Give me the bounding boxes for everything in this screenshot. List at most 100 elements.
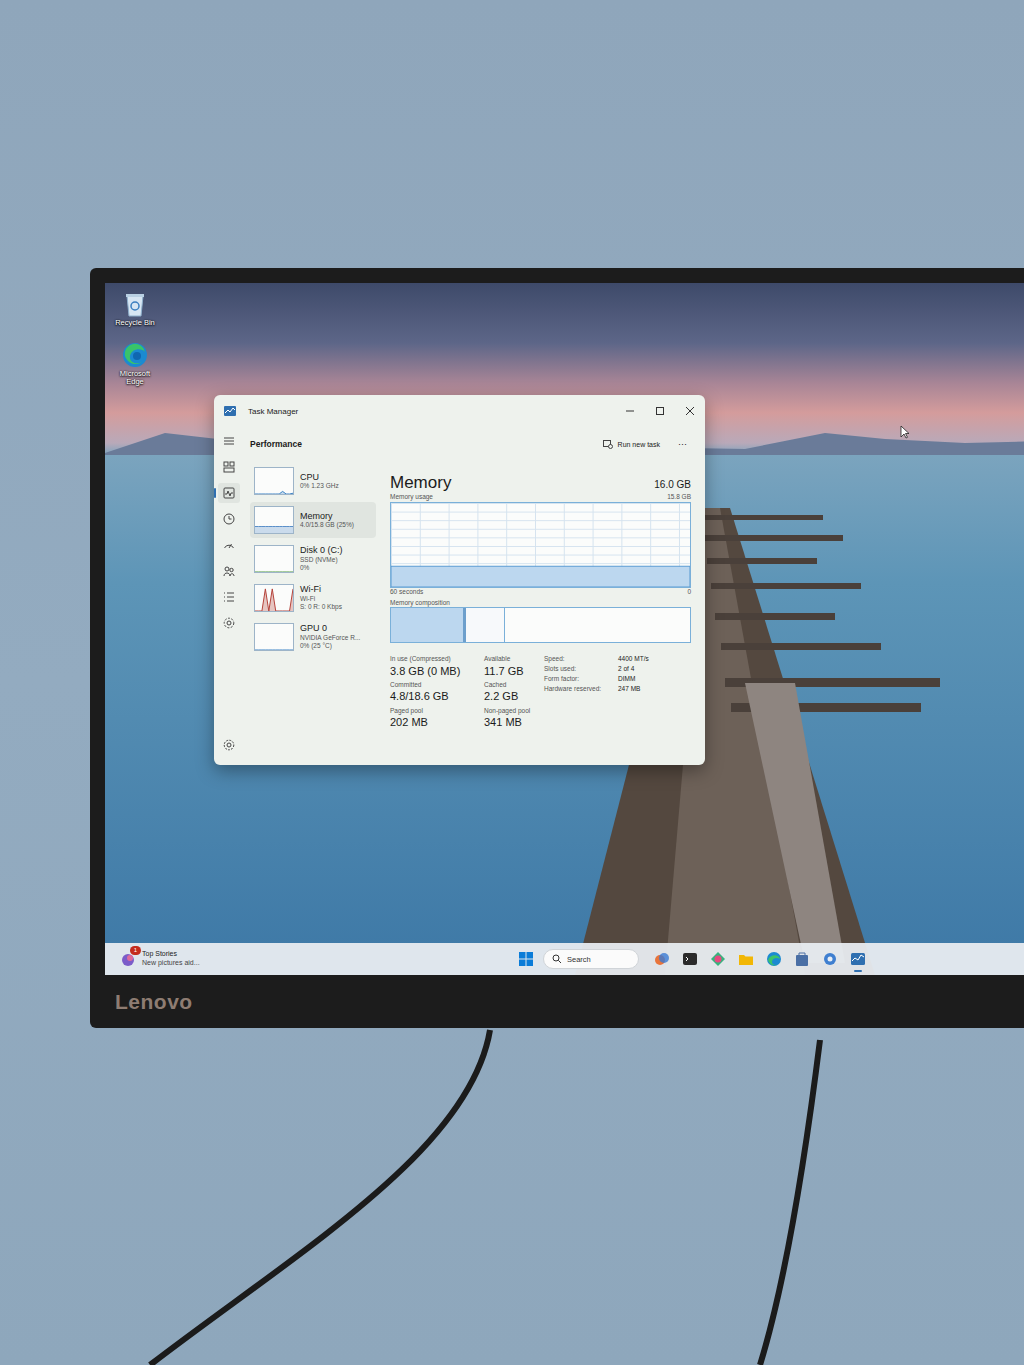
task-manager-app-icon [224, 406, 236, 416]
taskbar-search[interactable]: Search [543, 949, 639, 969]
composition-segment[interactable] [466, 608, 505, 642]
run-new-task-button[interactable]: Run new task [599, 438, 664, 451]
resource-subtitle: 0% [300, 564, 343, 572]
resource-list: CPU0% 1.23 GHzMemory4.0/15.8 GB (25%) Dis… [250, 461, 376, 730]
taskbar-app[interactable] [735, 946, 757, 972]
spec-value: 2 of 4 [618, 665, 649, 674]
resource-item[interactable]: Memory4.0/15.8 GB (25%) [250, 502, 376, 538]
nav-rail [214, 427, 244, 765]
memory-usage-chart [390, 502, 691, 588]
page-title: Performance [250, 439, 302, 449]
specs-grid: Speed:4400 MT/sSlots used:2 of 4Form fac… [544, 655, 649, 693]
resource-subtitle: 0% 1.23 GHz [300, 482, 339, 490]
desktop-shortcut[interactable]: Microsoft Edge [109, 342, 161, 387]
stats-area: In use (Compressed)3.8 GB (0 MB)Availabl… [390, 655, 691, 729]
terminal-icon [682, 951, 698, 967]
resource-item[interactable]: Disk 0 (C:)SSD (NVMe)0% [250, 541, 376, 577]
spec-label: Speed: [544, 655, 614, 664]
spec-label: Slots used: [544, 665, 614, 674]
taskbar-app[interactable] [819, 946, 841, 972]
composition-segment[interactable] [391, 608, 463, 642]
desktop-shortcut-label: Microsoft Edge [110, 370, 160, 387]
copilot-icon [654, 951, 670, 967]
page-header: Performance Run new task ··· [250, 427, 691, 461]
windows-logo-icon [519, 952, 533, 966]
composition-label: Memory composition [390, 599, 450, 608]
resource-text: GPU 0NVIDIA GeForce R...0% (25 °C) [300, 623, 360, 650]
desktop-screen: Recycle Bin Microsoft Edge Task Manager Per… [105, 283, 1024, 975]
monitor-brand: Lenovo [115, 990, 193, 1014]
taskbar-app[interactable] [847, 946, 869, 972]
stat-label: Available [484, 655, 536, 663]
chart-caption-row: Memory usage15.8 GB [390, 493, 691, 502]
file-explorer-icon [738, 951, 754, 967]
window-title: Task Manager [248, 407, 298, 416]
details-icon [223, 591, 235, 603]
resource-item[interactable]: CPU0% 1.23 GHz [250, 463, 376, 499]
run-task-icon [603, 440, 613, 449]
spec-label: Hardware reserved: [544, 685, 614, 694]
resource-thumbnail-icon [254, 584, 294, 612]
start-button[interactable] [515, 946, 537, 972]
nav-item[interactable] [218, 613, 240, 633]
resource-item[interactable]: GPU 0NVIDIA GeForce R...0% (25 °C) [250, 619, 376, 655]
taskbar-app[interactable] [763, 946, 785, 972]
taskbar-app[interactable] [707, 946, 729, 972]
spec-value: DIMM [618, 675, 649, 684]
menu-button[interactable] [218, 431, 240, 451]
stat: Paged pool202 MB [390, 707, 480, 730]
composition-caption: Memory composition [390, 599, 691, 608]
spec-label: Form factor: [544, 675, 614, 684]
memory-composition-bar [390, 607, 691, 643]
resource-name: GPU 0 [300, 623, 360, 634]
taskbar-app[interactable] [651, 946, 673, 972]
resource-item[interactable]: Wi-FiWi-FiS: 0 R: 0 Kbps [250, 580, 376, 616]
resource-name: Disk 0 (C:) [300, 545, 343, 556]
stat-label: Cached [484, 681, 536, 689]
settings-button[interactable] [218, 735, 240, 755]
close-icon [685, 406, 695, 416]
taskbar-app[interactable] [679, 946, 701, 972]
close-button[interactable] [675, 395, 705, 427]
minimize-icon [625, 406, 635, 416]
axis-right: 0 [687, 588, 691, 597]
stat-label: Committed [390, 681, 480, 689]
news-widget[interactable]: 1Top StoriesNew pictures aid... [105, 950, 515, 968]
nav-item[interactable] [218, 457, 240, 477]
maximize-button[interactable] [645, 395, 675, 427]
settings-app-icon [822, 951, 838, 967]
minimize-button[interactable] [615, 395, 645, 427]
taskbar-app[interactable] [791, 946, 813, 972]
nav-item[interactable] [218, 535, 240, 555]
more-button[interactable]: ··· [674, 439, 691, 449]
nav-item[interactable] [218, 483, 240, 503]
resource-subtitle: S: 0 R: 0 Kbps [300, 603, 342, 611]
resource-thumbnail-icon [254, 623, 294, 651]
window-controls [615, 395, 705, 427]
stat: In use (Compressed)3.8 GB (0 MB) [390, 655, 480, 678]
stat-value: 2.2 GB [484, 689, 536, 703]
store-icon [794, 951, 810, 967]
pinned-apps [651, 946, 869, 972]
stat: Available11.7 GB [484, 655, 536, 678]
nav-item[interactable] [218, 561, 240, 581]
monitor-chin: Lenovo [105, 975, 1024, 1028]
active-indicator [854, 970, 862, 972]
run-new-task-label: Run new task [618, 441, 660, 448]
mouse-cursor-icon [900, 425, 910, 439]
title-bar[interactable]: Task Manager [214, 395, 705, 427]
resource-thumbnail-icon [254, 506, 294, 534]
stat-label: Non-paged pool [484, 707, 536, 715]
resource-subtitle: NVIDIA GeForce R... [300, 634, 360, 642]
widget-title: Top Stories [142, 950, 200, 959]
hamburger-icon [223, 436, 235, 446]
selection-indicator [214, 488, 216, 498]
colorful-app-icon [710, 951, 726, 967]
nav-item[interactable] [218, 509, 240, 529]
nav-item[interactable] [218, 587, 240, 607]
widget-subtitle: New pictures aid... [142, 959, 200, 968]
desktop-shortcut[interactable]: Recycle Bin [109, 291, 161, 328]
composition-segment[interactable] [505, 608, 690, 642]
stat: Non-paged pool341 MB [484, 707, 536, 730]
resource-text: Disk 0 (C:)SSD (NVMe)0% [300, 545, 343, 572]
